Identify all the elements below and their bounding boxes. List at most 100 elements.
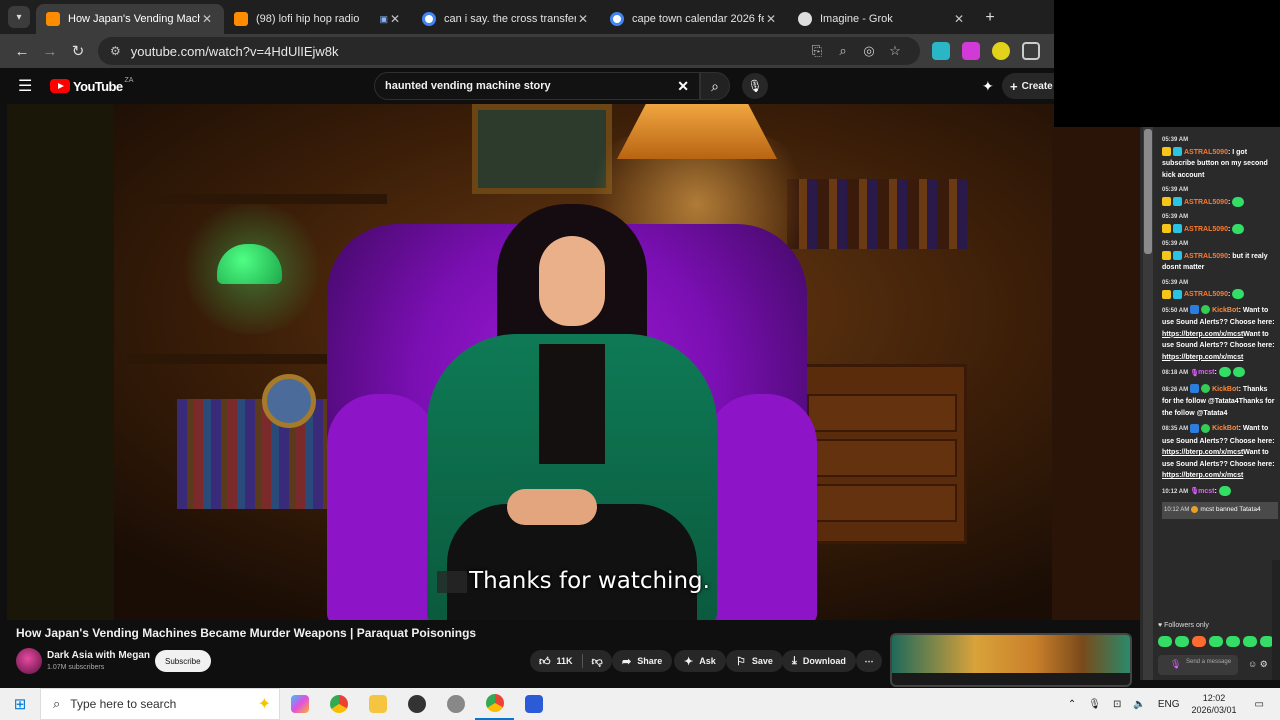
emote-icon[interactable] — [1243, 636, 1257, 647]
chat-link[interactable]: https://bterp.com/x/mcst — [1162, 331, 1243, 338]
clear-search-icon[interactable]: ✕ — [677, 78, 689, 95]
install-app-icon[interactable]: ⎘ — [804, 43, 830, 59]
cabinet-drawer — [807, 439, 957, 477]
like-button[interactable]: 👍︎ 11K — [530, 650, 582, 672]
chat-username[interactable]: KickBot — [1212, 307, 1238, 314]
language-indicator[interactable]: ENG — [1158, 699, 1180, 710]
taskbar-obs[interactable] — [397, 688, 436, 720]
emoji-icon[interactable]: ☺ — [1248, 659, 1257, 669]
chat-username[interactable]: ASTRAL5090 — [1184, 149, 1228, 156]
google-favicon-icon — [610, 12, 624, 26]
country-code: ZA — [124, 76, 134, 84]
chat-settings-icon[interactable]: ⚙ — [1260, 659, 1268, 669]
close-tab-icon[interactable]: ✕ — [388, 12, 402, 26]
close-tab-icon[interactable]: ✕ — [576, 12, 590, 26]
chat-username[interactable]: ASTRAL5090 — [1184, 291, 1228, 298]
message-time: 05:39 AM — [1162, 279, 1189, 286]
close-tab-icon[interactable]: ✕ — [764, 12, 778, 26]
recommended-video-thumbnail[interactable] — [890, 633, 1132, 687]
save-button[interactable]: ⚐ Save — [726, 650, 783, 672]
ai-sparkle-icon[interactable]: ✦ — [982, 78, 994, 95]
search-highlight-icon: ✦ — [257, 696, 271, 713]
show-hidden-icons-chevron-icon[interactable]: ⌃ — [1068, 699, 1076, 710]
extensions-puzzle-icon[interactable] — [1022, 42, 1040, 60]
taskbar-chrome-active[interactable] — [475, 688, 514, 720]
notifications-icon[interactable]: ▭ — [1255, 699, 1264, 710]
forward-button[interactable]: → — [36, 37, 64, 65]
tab-cape-town-calendar[interactable]: cape town calendar 2026 febr ✕ — [600, 4, 788, 34]
address-bar[interactable]: ⚙ youtube.com/watch?v=4HdUlIEjw8k ⎘ ⌕ ◎ … — [98, 37, 920, 65]
chat-username[interactable]: KickBot — [1212, 425, 1238, 432]
new-tab-button[interactable]: + — [976, 4, 1004, 32]
network-icon[interactable]: ⊡ — [1113, 699, 1121, 710]
video-player[interactable]: Thanks for watching. — [7, 104, 1140, 620]
chat-scrollbar-thumb[interactable] — [1144, 129, 1152, 254]
taskbar-chrome[interactable] — [319, 688, 358, 720]
taskbar-search-box[interactable]: ⌕ Type here to search ✦ — [40, 688, 280, 720]
tab-cross-transference[interactable]: can i say. the cross transference ✕ — [412, 4, 600, 34]
close-tab-icon[interactable]: ✕ — [952, 12, 966, 26]
ban-icon — [1191, 505, 1199, 513]
extension-icon[interactable] — [962, 42, 980, 60]
channel-avatar[interactable] — [16, 648, 42, 674]
ask-button[interactable]: ✦ Ask — [674, 650, 726, 672]
dislike-button[interactable]: 👎︎ — [583, 650, 612, 672]
chat-message-input[interactable]: 🎙 Send a message — [1158, 655, 1238, 675]
emote-icon[interactable] — [1158, 636, 1172, 647]
download-button[interactable]: ⤓ Download — [782, 650, 856, 672]
chat-username[interactable]: ASTRAL5090 — [1184, 253, 1228, 260]
taskbar-clock[interactable]: 12:02 2026/03/01 — [1192, 692, 1237, 716]
chat-link[interactable]: https://bterp.com/x/mcst — [1162, 472, 1243, 479]
emote-icon — [1232, 223, 1245, 234]
emote-icon[interactable] — [1192, 636, 1206, 647]
windows-start-icon[interactable]: ⊞ — [0, 695, 40, 713]
create-button[interactable]: + Create — [1002, 73, 1054, 99]
subscribe-button[interactable]: Subscribe — [155, 650, 211, 672]
chat-link[interactable]: https://bterp.com/x/mcst — [1162, 449, 1243, 456]
bookmark-star-icon[interactable]: ☆ — [882, 43, 908, 59]
chat-username[interactable]: KickBot — [1212, 386, 1238, 393]
tab-grok[interactable]: Imagine - Grok ✕ — [788, 4, 976, 34]
share-button[interactable]: ➦ Share — [612, 650, 673, 672]
message-time: 05:39 AM — [1162, 241, 1189, 247]
back-button[interactable]: ← — [8, 37, 36, 65]
youtube-logo[interactable]: YouTube ZA — [50, 76, 134, 94]
taskbar-file-explorer[interactable] — [358, 688, 397, 720]
search-input[interactable]: haunted vending machine story ✕ — [374, 72, 700, 100]
site-info-icon[interactable]: ⚙ — [110, 44, 121, 58]
chat-username[interactable]: mcst — [1198, 369, 1214, 376]
emote-icon[interactable] — [1209, 636, 1223, 647]
chat-username[interactable]: ASTRAL5090 — [1184, 226, 1228, 233]
tab-vending-machines[interactable]: How Japan's Vending Machines ✕ — [36, 4, 224, 34]
extension-icon[interactable] — [932, 42, 950, 60]
voice-search-button[interactable]: 🎙 — [742, 73, 768, 99]
taskbar-copilot[interactable] — [280, 688, 319, 720]
reload-button[interactable]: ↻ — [64, 37, 92, 65]
channel-name[interactable]: Dark Asia with Megan — [47, 650, 150, 661]
tracking-protection-icon[interactable]: ◎ — [856, 43, 882, 59]
copilot-icon — [290, 695, 309, 713]
overlay-scrollbar[interactable] — [1272, 560, 1280, 680]
volume-icon[interactable]: 🔈 — [1133, 699, 1145, 710]
zoom-icon[interactable]: ⌕ — [830, 43, 856, 59]
chat-username[interactable]: mcst — [1198, 488, 1214, 495]
crown-badge-icon — [1162, 224, 1171, 234]
close-tab-icon[interactable]: ✕ — [200, 12, 214, 26]
taskbar-editor[interactable] — [514, 688, 553, 720]
search-button[interactable]: ⌕ — [700, 72, 730, 100]
picture-in-picture-icon[interactable]: ▣ — [379, 14, 388, 25]
taskbar-app[interactable] — [436, 688, 475, 720]
tab-lofi-radio[interactable]: (98) lofi hip hop radio ▣ ✕ — [224, 4, 412, 34]
chat-username[interactable]: ASTRAL5090 — [1184, 199, 1228, 206]
hamburger-menu-icon[interactable]: ☰ — [18, 76, 40, 96]
emote-icon[interactable] — [1175, 636, 1189, 647]
tab-search-button[interactable]: ▾ — [8, 6, 30, 28]
more-actions-button[interactable]: ⋯ — [856, 650, 882, 672]
chat-link[interactable]: https://bterp.com/x/mcst — [1162, 354, 1243, 361]
chat-actions: ☺ ⚙ — [1248, 659, 1268, 670]
youtube-favicon-icon — [234, 12, 248, 26]
extension-icon[interactable] — [992, 42, 1010, 60]
emote-icon[interactable] — [1226, 636, 1240, 647]
video-letterbox — [7, 104, 114, 620]
microphone-icon[interactable]: 🎙 — [1088, 699, 1101, 710]
